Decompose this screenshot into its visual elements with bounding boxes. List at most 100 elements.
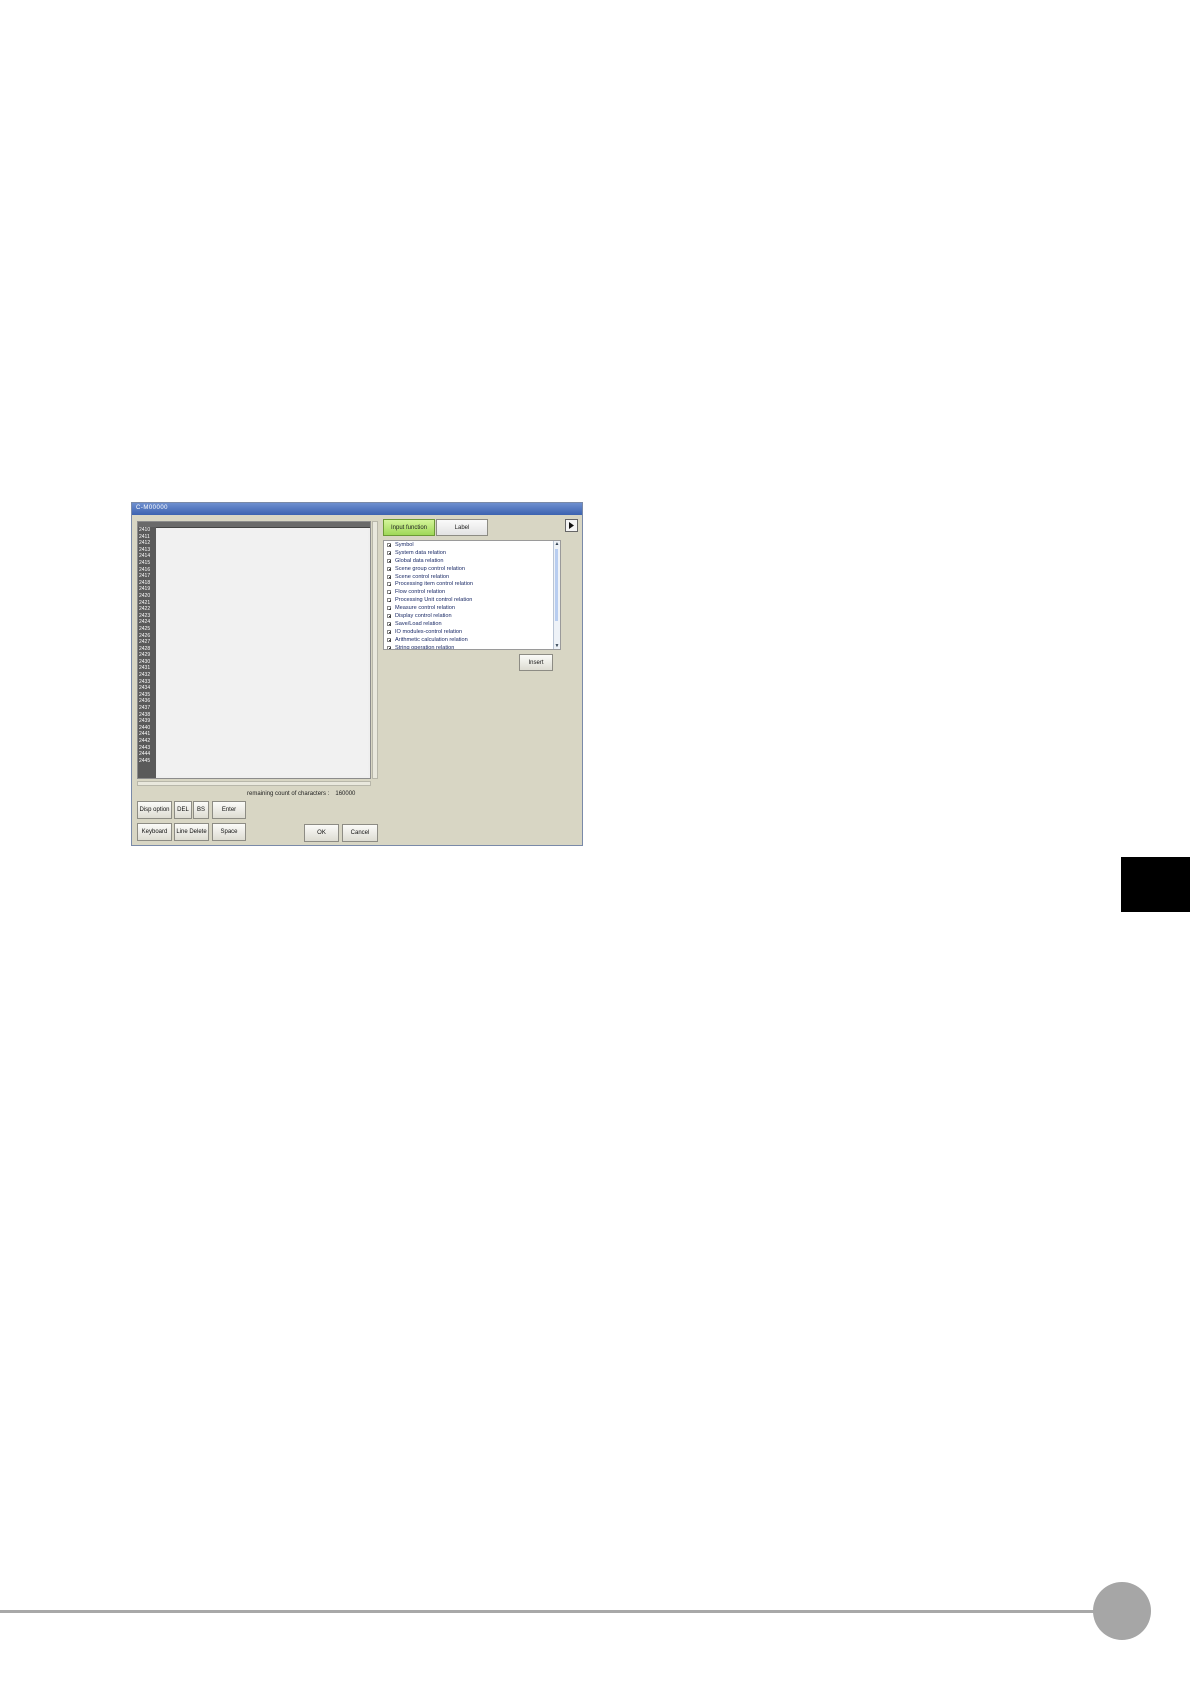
plus-box-icon[interactable] — [387, 629, 391, 634]
plus-box-icon[interactable] — [387, 558, 391, 563]
chapter-tab — [1121, 857, 1190, 912]
plus-box-icon[interactable] — [387, 598, 391, 603]
line-number: 2433 — [139, 678, 151, 685]
footer-rule — [0, 1610, 1100, 1613]
window-title: C-M00000 — [136, 505, 169, 511]
editor-vertical-scrollbar[interactable] — [372, 521, 378, 779]
tree-item[interactable]: Arithmetic calculation relation — [384, 636, 560, 644]
line-number: 2436 — [139, 698, 151, 705]
plus-box-icon[interactable] — [387, 566, 391, 571]
editor-text-area[interactable] — [157, 528, 368, 776]
del-button[interactable]: DEL — [174, 801, 192, 819]
remaining-characters: remaining count of characters : 160000 — [247, 791, 355, 797]
page-number-badge — [1093, 1582, 1151, 1640]
function-tree[interactable]: Symbol System data relation Global data re… — [383, 540, 561, 650]
tree-item[interactable]: IO modules-control relation — [384, 628, 560, 636]
line-number: 2441 — [139, 731, 151, 738]
space-button[interactable]: Space — [212, 823, 246, 841]
line-number: 2440 — [139, 724, 151, 731]
plus-box-icon[interactable] — [387, 590, 391, 595]
tree-list: Symbol System data relation Global data re… — [384, 541, 560, 650]
line-number: 2429 — [139, 652, 151, 659]
plus-box-icon[interactable] — [387, 637, 391, 642]
tree-item[interactable]: Flow control relation — [384, 588, 560, 596]
tree-item[interactable]: Scene control relation — [384, 573, 560, 581]
keyboard-button[interactable]: Keyboard — [137, 823, 172, 841]
line-number: 2431 — [139, 665, 151, 672]
tree-item-label: Processing Unit control relation — [395, 597, 473, 604]
tab-label-label: Label — [454, 524, 470, 531]
plus-box-icon[interactable] — [387, 606, 391, 611]
scroll-down-icon[interactable]: ▼ — [554, 643, 560, 649]
ok-button[interactable]: OK — [304, 824, 339, 842]
tree-item-label: Measure control relation — [395, 605, 456, 612]
cancel-button[interactable]: Cancel — [342, 824, 378, 842]
tree-item[interactable]: Save/Load relation — [384, 620, 560, 628]
tab-input-function-label: Input function — [390, 524, 428, 531]
tree-item[interactable]: Display control relation — [384, 612, 560, 620]
line-number: 2421 — [139, 599, 151, 606]
scroll-up-icon[interactable]: ▲ — [554, 541, 560, 547]
tree-item-label: Scene group control relation — [395, 565, 465, 572]
line-number: 2411 — [139, 533, 150, 540]
line-number: 2434 — [139, 685, 151, 692]
tree-item-label: Flow control relation — [395, 589, 446, 596]
tree-item-label: String operation relation — [395, 644, 455, 650]
line-number: 2416 — [139, 566, 151, 573]
line-number: 2412 — [139, 540, 151, 547]
tree-scroll-thumb[interactable] — [555, 549, 558, 621]
disp-option-button[interactable]: Disp option — [137, 801, 172, 819]
arrow-right-icon[interactable] — [565, 519, 578, 532]
editor-horizontal-scrollbar[interactable] — [137, 781, 371, 786]
line-number: 2439 — [139, 718, 151, 725]
plus-box-icon[interactable] — [387, 550, 391, 555]
line-number: 2430 — [139, 658, 151, 665]
tree-item[interactable]: String operation relation — [384, 644, 560, 650]
line-number: 2426 — [139, 632, 151, 639]
line-number: 2410 — [139, 527, 151, 533]
tree-item[interactable]: Processing Unit control relation — [384, 596, 560, 604]
remaining-value: 160000 — [335, 791, 356, 797]
code-editor[interactable]: 2410 2411 2412 2413 2414 2415 2416 2417 2418 2419… — [137, 521, 371, 779]
line-number: 2423 — [139, 612, 151, 619]
line-number: 2420 — [139, 592, 151, 599]
tree-item[interactable]: Scene group control relation — [384, 565, 560, 573]
line-number: 2415 — [139, 559, 151, 566]
plus-box-icon[interactable] — [387, 645, 391, 649]
tab-label[interactable]: Label — [436, 519, 488, 536]
plus-box-icon[interactable] — [387, 542, 391, 547]
tree-item-label: IO modules-control relation — [395, 628, 463, 635]
tree-item[interactable]: Global data relation — [384, 557, 560, 565]
line-number: 2443 — [139, 744, 151, 751]
remaining-label: remaining count of characters : — [247, 791, 330, 797]
line-number: 2414 — [139, 553, 151, 560]
tree-item-label: System data relation — [395, 549, 446, 556]
tree-item[interactable]: Symbol — [384, 541, 560, 549]
tree-item[interactable]: System data relation — [384, 549, 560, 557]
tree-item-label: Arithmetic calculation relation — [395, 636, 468, 643]
line-number: 2432 — [139, 672, 151, 679]
plus-box-icon[interactable] — [387, 613, 391, 618]
line-number: 2427 — [139, 639, 151, 646]
line-delete-button[interactable]: Line Delete — [174, 823, 209, 841]
tree-scrollbar[interactable]: ▲ ▼ — [553, 541, 560, 649]
plus-box-icon[interactable] — [387, 574, 391, 579]
tree-item[interactable]: Measure control relation — [384, 604, 560, 612]
tab-input-function[interactable]: Input function — [383, 519, 435, 536]
plus-box-icon[interactable] — [387, 582, 391, 587]
tree-item-label: Symbol — [395, 541, 414, 548]
dialog-window: C-M00000 2410 2411 2412 2413 2414 2415 2416 241… — [131, 502, 583, 846]
bs-button[interactable]: BS — [193, 801, 209, 819]
tree-item[interactable]: Processing item control relation — [384, 580, 560, 588]
plus-box-icon[interactable] — [387, 621, 391, 626]
line-number: 2424 — [139, 619, 151, 626]
insert-button[interactable]: Insert — [519, 654, 553, 671]
line-number: 2417 — [139, 573, 151, 580]
tree-item-label: Save/Load relation — [395, 620, 442, 627]
line-number: 2438 — [139, 711, 151, 718]
line-number: 2437 — [139, 705, 151, 712]
enter-button[interactable]: Enter — [212, 801, 246, 819]
tree-item-label: Display control relation — [395, 612, 452, 619]
line-number: 2444 — [139, 751, 151, 758]
line-number: 2425 — [139, 625, 151, 632]
